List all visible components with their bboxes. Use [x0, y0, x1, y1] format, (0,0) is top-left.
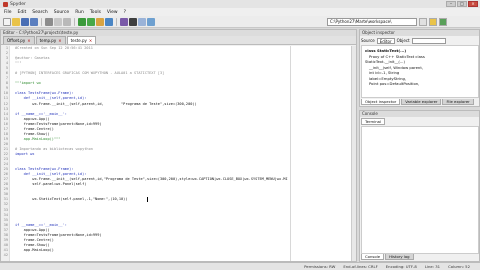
window-titlebar: Spyder – □ × [0, 0, 480, 8]
save-icon[interactable] [21, 17, 29, 26]
status-line: Line: 31 [425, 264, 440, 269]
maximize-pane-icon[interactable] [147, 17, 155, 26]
encoding-value: UTF-8 [405, 264, 417, 269]
console-panel: Console Terminal Console History log [359, 110, 480, 262]
menu-source[interactable]: Source [54, 10, 69, 15]
window-title: Spyder [10, 1, 26, 7]
dropdown-arrow-icon[interactable] [419, 18, 427, 26]
menu-tools[interactable]: Tools [90, 10, 101, 15]
maximize-button[interactable]: □ [457, 1, 467, 7]
line-number: 42 [3, 252, 8, 257]
close-tab-icon[interactable]: × [27, 37, 30, 44]
encoding-label: Encoding: [385, 264, 405, 269]
window-controls: – □ × [446, 1, 478, 7]
permissions-value: RW [329, 264, 336, 269]
minimize-button[interactable]: – [446, 1, 456, 7]
step-icon[interactable] [105, 17, 113, 26]
line-label: Line: [424, 264, 435, 269]
python-icon[interactable] [120, 17, 128, 26]
terminal-icon[interactable] [129, 17, 137, 26]
open-folder-icon[interactable] [12, 17, 20, 26]
status-permissions: Permissions: RW [304, 264, 335, 269]
new-file-icon[interactable] [3, 17, 11, 26]
tab-terminal[interactable]: Terminal [361, 118, 386, 125]
run-icon[interactable] [78, 17, 86, 26]
copy-icon[interactable] [63, 17, 71, 26]
close-tab-icon[interactable]: × [58, 37, 61, 44]
column-value: 52 [465, 264, 470, 269]
print-icon[interactable] [45, 17, 53, 26]
editor-tabs: Offset.py × temp.py × teste.py × [1, 36, 356, 45]
toolbar-separator [41, 17, 42, 26]
working-directory-input[interactable]: C:\Python27\Marte\workspace\ [327, 18, 417, 26]
doc-line: Point pos=DefaultPosition, [369, 81, 420, 86]
tab-temp[interactable]: temp.py × [35, 36, 66, 44]
status-encoding: Encoding: UTF-8 [386, 264, 417, 269]
spyder-logo-icon [3, 1, 8, 7]
menu-help[interactable]: ? [124, 10, 126, 15]
tab-file-explorer[interactable]: File explorer [442, 99, 474, 105]
console-output[interactable] [361, 126, 479, 254]
editor-panel: Editor - C:\Python27\projects\teste.py O… [0, 29, 357, 262]
close-button[interactable]: × [468, 1, 478, 7]
line-value: 31 [435, 264, 441, 269]
inspector-tabs: Object inspector Variable explorer File … [361, 99, 474, 105]
console-title: Console [360, 111, 479, 117]
toolbar-separator [116, 17, 117, 26]
toolbar-separator [74, 17, 75, 26]
tab-label: temp.py [39, 38, 57, 43]
eol-value: CRLF [368, 264, 378, 269]
object-inspector-controls: Source Editor Object [361, 37, 479, 44]
status-bar: Permissions: RW End-of-lines: CRLF Encod… [0, 262, 480, 270]
tab-teste[interactable]: teste.py × [66, 36, 97, 44]
tab-label: Offset.py [7, 38, 26, 43]
status-eol: End-of-lines: CRLF [343, 264, 377, 269]
object-input[interactable] [411, 37, 446, 44]
menu-search[interactable]: Search [32, 10, 47, 15]
menu-view[interactable]: View [107, 10, 118, 15]
save-all-icon[interactable] [30, 17, 38, 26]
tab-variable-explorer[interactable]: Variable explorer [401, 99, 442, 105]
parent-directory-icon[interactable] [439, 18, 447, 26]
tab-offset[interactable]: Offset.py × [3, 36, 35, 44]
menu-run[interactable]: Run [75, 10, 84, 15]
tab-history-log[interactable]: History log [385, 254, 414, 260]
browse-folder-icon[interactable] [429, 18, 437, 26]
code-editor[interactable]: 1 2 3 4 5 6 7 8 9 10 11 12 13 14 15 16 17 18 19 20 21 22 23 24 2… [1, 46, 356, 261]
tab-label: teste.py [70, 38, 87, 43]
eol-label: End-of-lines: [343, 264, 367, 269]
code-text[interactable]: #Created on Sun Sep 12 20:56:41 2011 @aut… [10, 46, 356, 261]
preferences-icon[interactable] [138, 17, 146, 26]
run-config-icon[interactable] [87, 17, 95, 26]
object-label: Object [396, 38, 410, 43]
tab-object-inspector[interactable]: Object inspector [361, 99, 401, 105]
source-select[interactable]: Editor [376, 37, 395, 44]
line-numbers: 1 2 3 4 5 6 7 8 9 10 11 12 13 14 15 16 17 18 19 20 21 22 23 24 2… [1, 46, 10, 261]
tab-console[interactable]: Console [361, 254, 385, 260]
object-inspector-content: class StaticText(...) Proxy of C++ Stati… [361, 45, 479, 98]
menu-edit[interactable]: Edit [18, 10, 27, 15]
object-inspector-panel: Object inspector Source Editor Object cl… [359, 29, 480, 107]
vertical-scrollbar[interactable] [351, 46, 356, 261]
close-tab-icon[interactable]: × [89, 37, 92, 44]
column-label: Column: [448, 264, 464, 269]
console-bottom-tabs: Console History log [361, 254, 414, 260]
permissions-label: Permissions: [304, 264, 328, 269]
text-cursor [147, 197, 148, 202]
debug-icon[interactable] [96, 17, 104, 26]
console-tab-bar: Terminal [361, 118, 386, 125]
status-column: Column: 52 [448, 264, 470, 269]
menu-file[interactable]: File [4, 10, 12, 15]
source-label: Source [361, 38, 375, 43]
code-line[interactable] [15, 253, 356, 258]
cut-icon[interactable] [54, 17, 62, 26]
menu-bar: File Edit Search Source Run Tools View ? [0, 8, 480, 16]
edge-line [290, 46, 291, 261]
object-inspector-title: Object inspector [360, 30, 479, 36]
